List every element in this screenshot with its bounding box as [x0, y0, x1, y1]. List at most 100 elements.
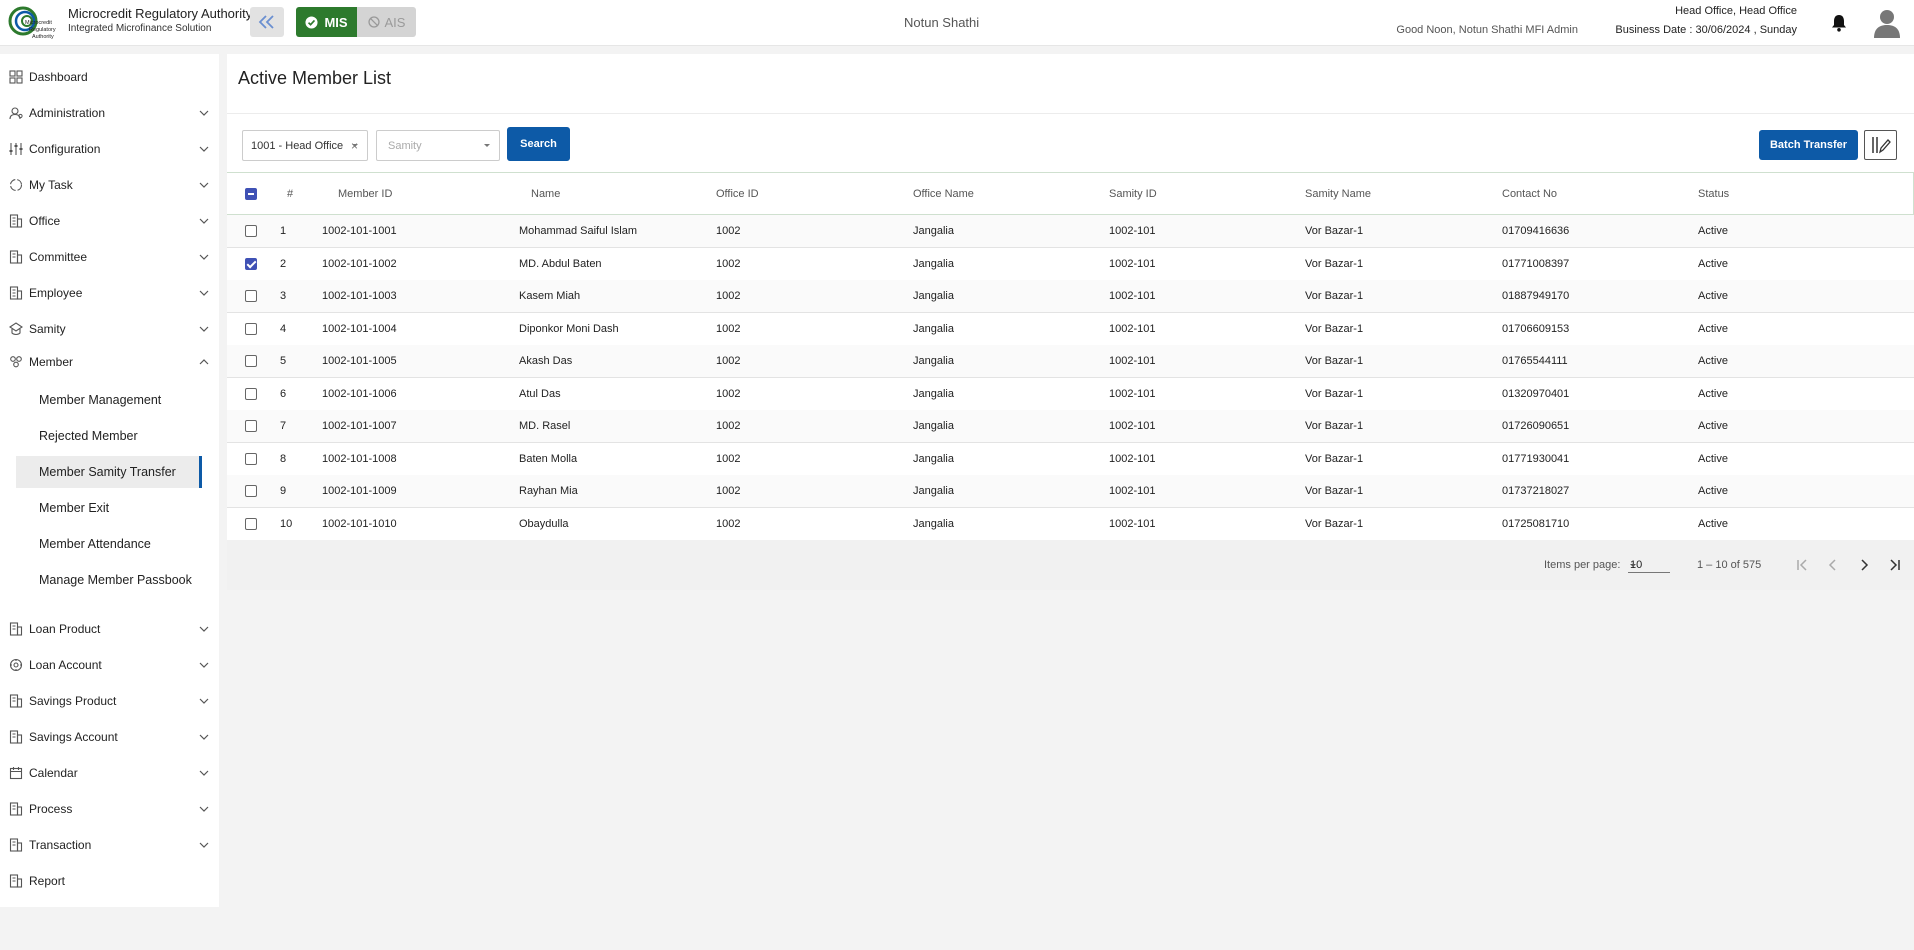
- subitem-label: Member Attendance: [39, 537, 151, 551]
- row-checkbox[interactable]: [245, 452, 257, 465]
- row-checkbox[interactable]: [245, 387, 257, 400]
- cell-samity-id: 1002-101: [1109, 452, 1156, 465]
- sidebar-item-report[interactable]: Report: [0, 866, 219, 896]
- sidebar-item-administration[interactable]: Administration: [0, 98, 219, 128]
- cell-contact-no: 01887949170: [1502, 290, 1570, 302]
- chevron-down-icon: [199, 734, 209, 740]
- cell-status: Active: [1698, 257, 1728, 270]
- row-checkbox[interactable]: [245, 420, 257, 432]
- table-row[interactable]: 4 1002-101-1004 Diponkor Moni Dash 1002 Jang…: [227, 312, 1914, 346]
- col-header-samity-name[interactable]: Samity Name: [1305, 188, 1371, 200]
- row-checkbox[interactable]: [245, 257, 257, 270]
- cell-office-name: Jangalia: [913, 225, 954, 237]
- sidebar-subitem-member-exit[interactable]: Member Exit: [16, 492, 202, 524]
- sidebar-item-calendar[interactable]: Calendar: [0, 758, 219, 788]
- collapse-sidebar-button[interactable]: [250, 7, 284, 37]
- cell-member-name: Atul Das: [519, 387, 561, 400]
- sidebar-subitem-member-attendance[interactable]: Member Attendance: [16, 528, 202, 560]
- select-all-checkbox[interactable]: [245, 188, 257, 200]
- col-header-member-id[interactable]: Member ID: [338, 188, 392, 200]
- bell-icon[interactable]: [1831, 14, 1847, 32]
- row-checkbox[interactable]: [245, 225, 257, 237]
- cell-member-id: 1002-101-1001: [322, 225, 397, 237]
- sidebar-item-samity[interactable]: Samity: [0, 314, 219, 344]
- col-header-office-name[interactable]: Office Name: [913, 188, 974, 200]
- sidebar-subitem-manage-member-passbook[interactable]: Manage Member Passbook: [16, 564, 202, 596]
- top-header: Microcredit Regulatory Authority Microcr…: [0, 0, 1914, 46]
- table-row[interactable]: 8 1002-101-1008 Baten Molla 1002 Jangalia 100…: [227, 442, 1914, 476]
- sidebar-item-dashboard[interactable]: Dashboard: [0, 62, 219, 92]
- previous-page-button[interactable]: [1822, 554, 1844, 576]
- sidebar-item-employee[interactable]: Employee: [0, 278, 219, 308]
- cell-member-id: 1002-101-1009: [322, 485, 397, 497]
- cell-office-id: 1002: [716, 225, 741, 237]
- sidebar-item-configuration[interactable]: Configuration: [0, 134, 219, 164]
- ais-mode-button[interactable]: AIS: [357, 7, 416, 37]
- col-header-name[interactable]: Name: [531, 188, 560, 200]
- table-row[interactable]: 2 1002-101-1002 MD. Abdul Baten 1002 Jangali…: [227, 247, 1914, 281]
- sidebar-item-loan-account[interactable]: Loan Account: [0, 650, 219, 680]
- cell-contact-no: 01726090651: [1502, 420, 1570, 432]
- cell-office-name: Jangalia: [913, 355, 954, 367]
- office-select[interactable]: 1001 - Head Office ×: [242, 130, 368, 161]
- page-size-select[interactable]: 10: [1628, 557, 1670, 573]
- cell-contact-no: 01320970401: [1502, 387, 1570, 400]
- sidebar-subitem-rejected-member[interactable]: Rejected Member: [16, 420, 202, 452]
- col-header-contact-no[interactable]: Contact No: [1502, 188, 1557, 200]
- table-row[interactable]: 5 1002-101-1005 Akash Das 1002 Jangalia 1002-…: [227, 345, 1914, 378]
- sidebar-item-member[interactable]: Member: [0, 347, 219, 377]
- cell-status: Active: [1698, 517, 1728, 530]
- sidebar-item-process[interactable]: Process: [0, 794, 219, 824]
- mis-mode-button[interactable]: MIS: [296, 7, 357, 37]
- row-checkbox[interactable]: [245, 322, 257, 335]
- sidebar: Dashboard Administration Configuration M…: [0, 54, 219, 907]
- cell-member-name: Obaydulla: [519, 517, 569, 530]
- sidebar-item-loan-product[interactable]: Loan Product: [0, 614, 219, 644]
- chevron-down-icon: [199, 662, 209, 668]
- col-header-office-id[interactable]: Office ID: [716, 188, 759, 200]
- row-checkbox[interactable]: [245, 290, 257, 302]
- sidebar-item-transaction[interactable]: Transaction: [0, 830, 219, 860]
- table-row[interactable]: 6 1002-101-1006 Atul Das 1002 Jangalia 1002-1…: [227, 377, 1914, 411]
- user-avatar-icon[interactable]: [1873, 8, 1901, 38]
- cell-office-name: Jangalia: [913, 387, 954, 400]
- cell-office-id: 1002: [716, 290, 741, 302]
- search-button[interactable]: Search: [507, 127, 570, 161]
- first-page-button[interactable]: [1792, 554, 1814, 576]
- loan-account-icon: [9, 658, 23, 672]
- row-checkbox[interactable]: [245, 485, 257, 497]
- subitem-label: Rejected Member: [39, 429, 138, 443]
- col-header-samity-id[interactable]: Samity ID: [1109, 188, 1157, 200]
- samity-select[interactable]: Samity: [376, 130, 500, 161]
- table-row[interactable]: 10 1002-101-1010 Obaydulla 1002 Jangalia 1002…: [227, 507, 1914, 541]
- cell-office-id: 1002: [716, 485, 741, 497]
- sidebar-subitem-member-samity-transfer[interactable]: Member Samity Transfer: [16, 456, 202, 488]
- sidebar-item-label: Loan Product: [29, 622, 101, 636]
- cell-member-name: Rayhan Mia: [519, 485, 578, 497]
- batch-transfer-button[interactable]: Batch Transfer: [1759, 130, 1858, 160]
- employee-icon: [9, 286, 23, 300]
- table-row[interactable]: 9 1002-101-1009 Rayhan Mia 1002 Jangalia 1002…: [227, 475, 1914, 508]
- sidebar-item-office[interactable]: Office: [0, 206, 219, 236]
- table-row[interactable]: 1 1002-101-1001 Mohammad Saiful Islam 1002 J…: [227, 215, 1914, 248]
- sidebar-item-label: Calendar: [29, 766, 78, 780]
- last-page-button[interactable]: [1883, 554, 1905, 576]
- cell-member-name: Diponkor Moni Dash: [519, 322, 619, 335]
- savings-product-icon: [9, 694, 23, 708]
- chevron-down-icon: [199, 146, 209, 152]
- row-checkbox[interactable]: [245, 355, 257, 367]
- admin-icon: [9, 107, 23, 120]
- row-checkbox[interactable]: [245, 517, 257, 530]
- sidebar-item-committee[interactable]: Committee: [0, 242, 219, 272]
- sidebar-subitem-member-management[interactable]: Member Management: [16, 384, 202, 416]
- sidebar-item-savings-product[interactable]: Savings Product: [0, 686, 219, 716]
- column-settings-button[interactable]: [1864, 130, 1897, 160]
- col-header-status[interactable]: Status: [1698, 188, 1729, 200]
- table-row[interactable]: 7 1002-101-1007 MD. Rasel 1002 Jangalia 1002-…: [227, 410, 1914, 443]
- table-row[interactable]: 3 1002-101-1003 Kasem Miah 1002 Jangalia 1002…: [227, 280, 1914, 313]
- col-header-index[interactable]: #: [287, 188, 293, 200]
- sidebar-item-savings-account[interactable]: Savings Account: [0, 722, 219, 752]
- table-header: # Member ID Name Office ID Office Name S…: [227, 172, 1914, 215]
- next-page-button[interactable]: [1853, 554, 1875, 576]
- sidebar-item-my-task[interactable]: My Task: [0, 170, 219, 200]
